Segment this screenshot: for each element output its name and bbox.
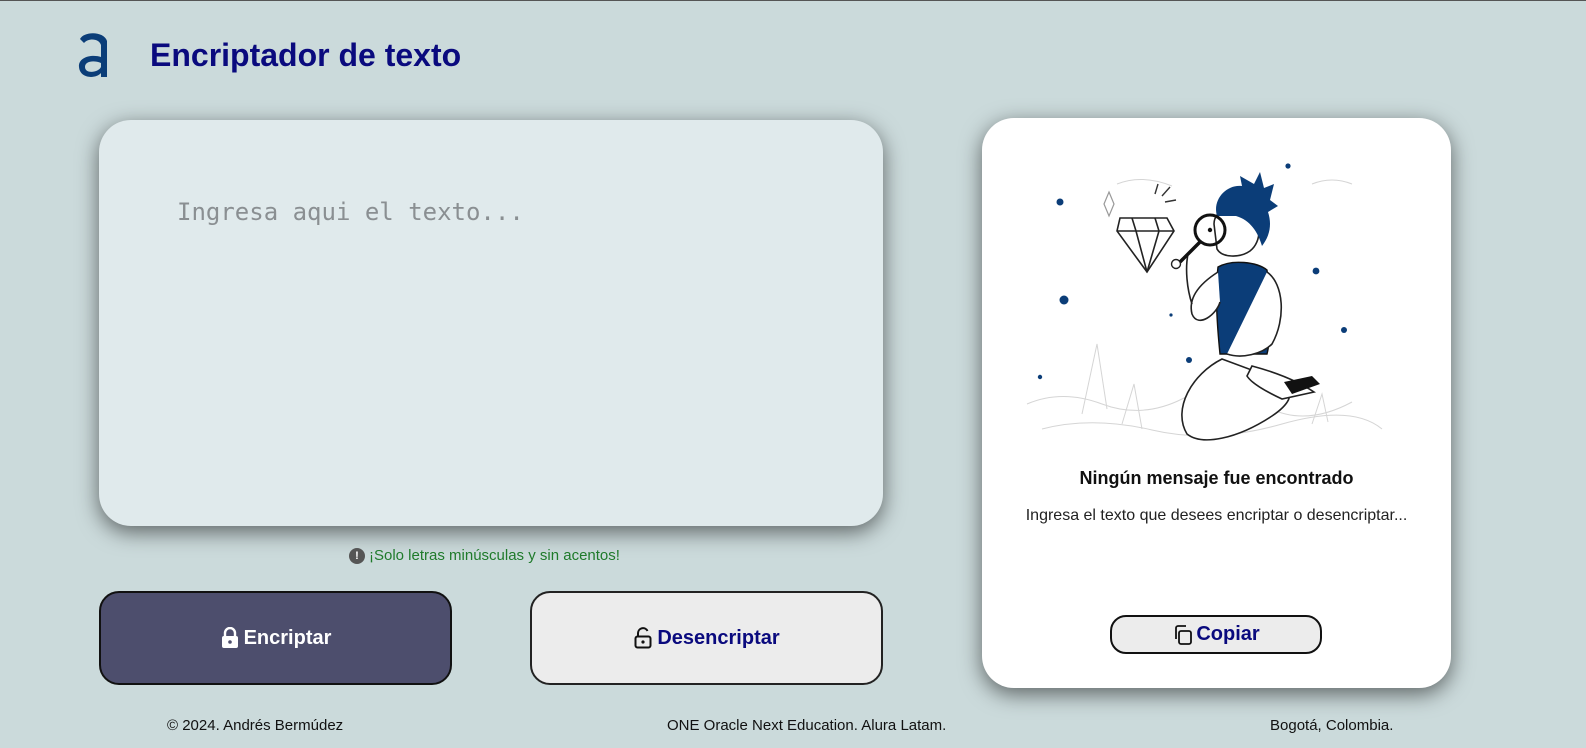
encrypt-button[interactable]: Encriptar bbox=[99, 591, 452, 685]
text-input-card bbox=[99, 120, 883, 526]
input-hint: ! ¡Solo letras minúsculas y sin acentos! bbox=[349, 547, 620, 564]
lock-icon bbox=[221, 627, 238, 648]
decrypt-button-label: Desencriptar bbox=[657, 626, 780, 649]
copy-button[interactable]: Copiar bbox=[1110, 615, 1322, 654]
footer-copyright: © 2024. Andrés Bermúdez bbox=[167, 717, 344, 734]
copy-button-label: Copiar bbox=[1196, 623, 1260, 645]
person-with-magnifying-glass-illustration bbox=[1026, 163, 1383, 441]
page-title: Encriptador de texto bbox=[150, 37, 462, 73]
empty-message-title: Ningún mensaje fue encontrado bbox=[1079, 468, 1354, 488]
footer-location: Bogotá, Colombia. bbox=[1270, 717, 1394, 734]
hint-text: ¡Solo letras minúsculas y sin acentos! bbox=[369, 547, 620, 564]
copy-icon bbox=[1175, 624, 1193, 645]
empty-message-subtitle: Ingresa el texto que desees encriptar o … bbox=[1025, 507, 1408, 524]
encrypt-button-label: Encriptar bbox=[243, 626, 332, 649]
alura-logo-icon bbox=[78, 33, 107, 77]
output-card: Ningún mensaje fue encontrado Ingresa el… bbox=[982, 118, 1451, 688]
decrypt-button[interactable]: Desencriptar bbox=[530, 591, 883, 685]
exclamation-icon: ! bbox=[349, 547, 365, 564]
footer-center-text: ONE Oracle Next Education. Alura Latam. bbox=[667, 717, 947, 734]
unlock-icon bbox=[634, 627, 652, 649]
text-input[interactable] bbox=[177, 198, 837, 488]
